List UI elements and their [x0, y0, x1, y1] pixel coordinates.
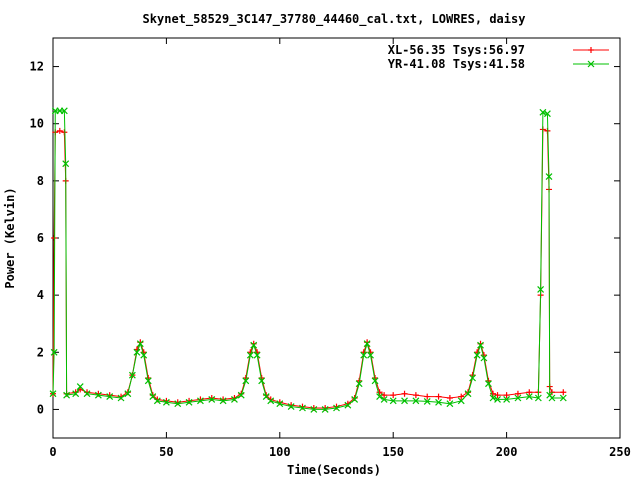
x-tick-label: 250: [609, 445, 631, 459]
y-tick-label: 10: [30, 117, 44, 131]
x-tick-label: 50: [159, 445, 173, 459]
data-point: [446, 395, 453, 401]
data-point: [412, 392, 419, 399]
data-point: [435, 393, 442, 400]
y-tick-label: 4: [37, 288, 44, 302]
x-tick-label: 150: [382, 445, 404, 459]
x-tick-label: 100: [269, 445, 291, 459]
legend-label-xl: XL-56.35 Tsys:56.97: [388, 43, 525, 57]
x-axis: 0 50 100 150 200 250: [49, 38, 631, 459]
data-point: [390, 392, 397, 399]
series-1: [49, 107, 567, 413]
data-point: [51, 235, 58, 241]
y-axis-label: Power (Kelvin): [3, 187, 17, 288]
chart-title: Skynet_58529_3C147_37780_44460_cal.txt, …: [143, 12, 526, 27]
y-tick-label: 8: [37, 174, 44, 188]
series-line: [52, 110, 564, 410]
legend-swatch-marker: [588, 47, 594, 53]
series-line: [52, 128, 564, 409]
data-point: [56, 127, 63, 134]
legend: XL-56.35 Tsys:56.97 YR-41.08 Tsys:41.58: [388, 43, 609, 71]
data-point: [560, 389, 567, 396]
y-tick-label: 6: [37, 231, 44, 245]
x-axis-label: Time(Seconds): [287, 463, 381, 477]
y-axis: 0 2 4 6 8 10 12: [30, 60, 620, 416]
legend-label-yr: YR-41.08 Tsys:41.58: [388, 57, 525, 71]
y-tick-label: 12: [30, 60, 44, 74]
y-tick-label: 2: [37, 345, 44, 359]
y-tick-label: 0: [37, 402, 44, 416]
series-layer: [49, 107, 567, 413]
chart-svg: Skynet_58529_3C147_37780_44460_cal.txt, …: [3, 12, 631, 477]
plot-frame: [52, 37, 621, 439]
data-point: [401, 390, 408, 397]
x-tick-label: 200: [496, 445, 518, 459]
x-tick-label: 0: [49, 445, 56, 459]
series-0: [50, 126, 567, 411]
